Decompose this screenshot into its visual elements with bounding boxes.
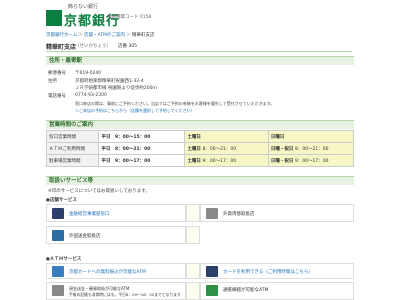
service-cell: カードを利用できる（ご利用時間はこちら）	[200, 263, 354, 279]
service-cell-divider	[186, 226, 200, 244]
service-cell: 金融経営事業部窓口	[46, 204, 186, 222]
hours-weekday: 平日 9：00～15：00	[98, 130, 186, 143]
breadcrumb-separator: ＞	[78, 33, 83, 38]
breadcrumb-stores[interactable]: 店舗・ATMのご案内	[84, 32, 125, 38]
hours-row-label: ＡＴＭご利用時間	[45, 142, 100, 155]
breadcrumb-separator: ＞	[126, 33, 131, 38]
hours-sunday: 日曜日	[267, 130, 355, 143]
service-cell: 通帳繰越が可能なATM	[200, 282, 354, 300]
passbook-icon	[206, 285, 218, 296]
hours-sunday: 日曜・祝日 9：00～17：00	[267, 154, 355, 167]
phone-label: 電話番号	[48, 94, 66, 99]
table-row: 駐車場営業時間 平日 9：00～17：00 土曜日 9：00～17：00 日曜・…	[45, 154, 355, 167]
hours-saturday: 土曜日	[184, 130, 269, 143]
card-icon	[52, 266, 64, 277]
services-intro: ※印のサービスについてはお取扱いしております。	[48, 189, 150, 194]
store-services-label: ●店舗サービス	[46, 198, 77, 203]
bank-logo-icon	[46, 10, 62, 26]
hours-row-label: 駐車場営業時間	[45, 154, 100, 167]
bank-code: 金融機関コード 0158	[107, 15, 152, 20]
table-row: 窓口営業時間 平日 9：00～15：00 土曜日 日曜日	[45, 130, 355, 143]
table-row: ＡＴＭご利用時間 平日 8：00～21：00 土曜日 8：00～21：00 日曜…	[45, 142, 355, 155]
currency-icon	[206, 208, 218, 219]
cash-icon	[52, 285, 64, 296]
service-cell: 現金送金・硬貨取扱が可能なATM 手帳の記帳も非常時にはも。平日8：00～18：…	[46, 282, 186, 300]
service-cell-divider	[186, 263, 200, 279]
services-section-header: 取扱いサービス等	[46, 176, 354, 185]
hours-weekday: 平日 9：00～17：00	[98, 154, 186, 167]
address-text: 京都府相楽郡精華町祝園西1-32-4	[75, 79, 144, 84]
atm-icon	[206, 266, 218, 277]
building-icon	[52, 208, 64, 219]
branch-number: 店番 305	[118, 44, 138, 49]
atm-services-label: ●ＡＴＭサービス	[46, 257, 82, 262]
service-label: 外国送金取扱店	[69, 234, 101, 239]
page-title: 精華町支店	[46, 44, 77, 51]
service-note: 手帳の記帳も非常時にはも。平日8：00～18：00までとなります	[69, 292, 181, 297]
service-label[interactable]: 金融経営事業部窓口	[69, 211, 110, 217]
breadcrumb-current: 精華町支店	[132, 33, 155, 38]
breadcrumb-home[interactable]: 京都銀行ホーム	[46, 32, 77, 38]
tagline: 飾らない銀行	[68, 4, 99, 10]
phone-number: 0774-93-2300	[75, 93, 107, 98]
hours-table: 窓口営業時間 平日 9：00～15：00 土曜日 日曜日 ＡＴＭご利用時間 平日…	[45, 130, 355, 167]
station-text: ＪＲ学研都市線 祝園駅より徒歩約200ｍ	[75, 86, 157, 91]
hours-saturday: 土曜日 8：00～21：00	[184, 142, 269, 155]
address-section-header: 住所・最寄駅	[46, 56, 354, 65]
service-label: 通帳繰越が可能なATM	[223, 288, 269, 293]
divider	[46, 51, 352, 52]
postal-label: 郵便番号	[48, 71, 66, 76]
service-cell: 外国送金取扱店	[46, 226, 186, 244]
postal-code: 〒619-0240	[75, 71, 102, 76]
hours-sunday: 日曜・祝日 8：00～21：00	[267, 142, 355, 155]
hours-weekday: 平日 8：00～21：00	[98, 142, 186, 155]
hours-section-header: 営業時間のご案内	[46, 120, 354, 129]
service-cell: 外貨両替取扱店	[200, 204, 354, 222]
address-label: 住所	[48, 79, 57, 84]
service-label: 外貨両替取扱店	[223, 212, 255, 217]
service-label[interactable]: 京都カードへの無料振込が可能なATM	[69, 269, 146, 275]
service-cell-divider	[186, 204, 200, 222]
service-label[interactable]: カードを利用できる（ご利用時間はこちら）	[223, 269, 313, 275]
service-cell: 京都カードへの無料振込が可能なATM	[46, 263, 186, 279]
globe-icon	[52, 230, 64, 241]
hours-row-label: 窓口営業時間	[45, 130, 100, 143]
reservation-note: 窓口来店の際は、事前にご予約ください。当店ではご予約の有無をお客様を優先して受付…	[75, 101, 275, 106]
service-cell-divider	[186, 282, 200, 300]
reservation-link[interactable]: ＞ご来店の予約はこちらから（店舗を選択して予約してください）	[75, 108, 195, 114]
hours-saturday: 土曜日 9：00～17：00	[184, 154, 269, 167]
branch-reading: （せいかちょう）	[75, 44, 111, 49]
